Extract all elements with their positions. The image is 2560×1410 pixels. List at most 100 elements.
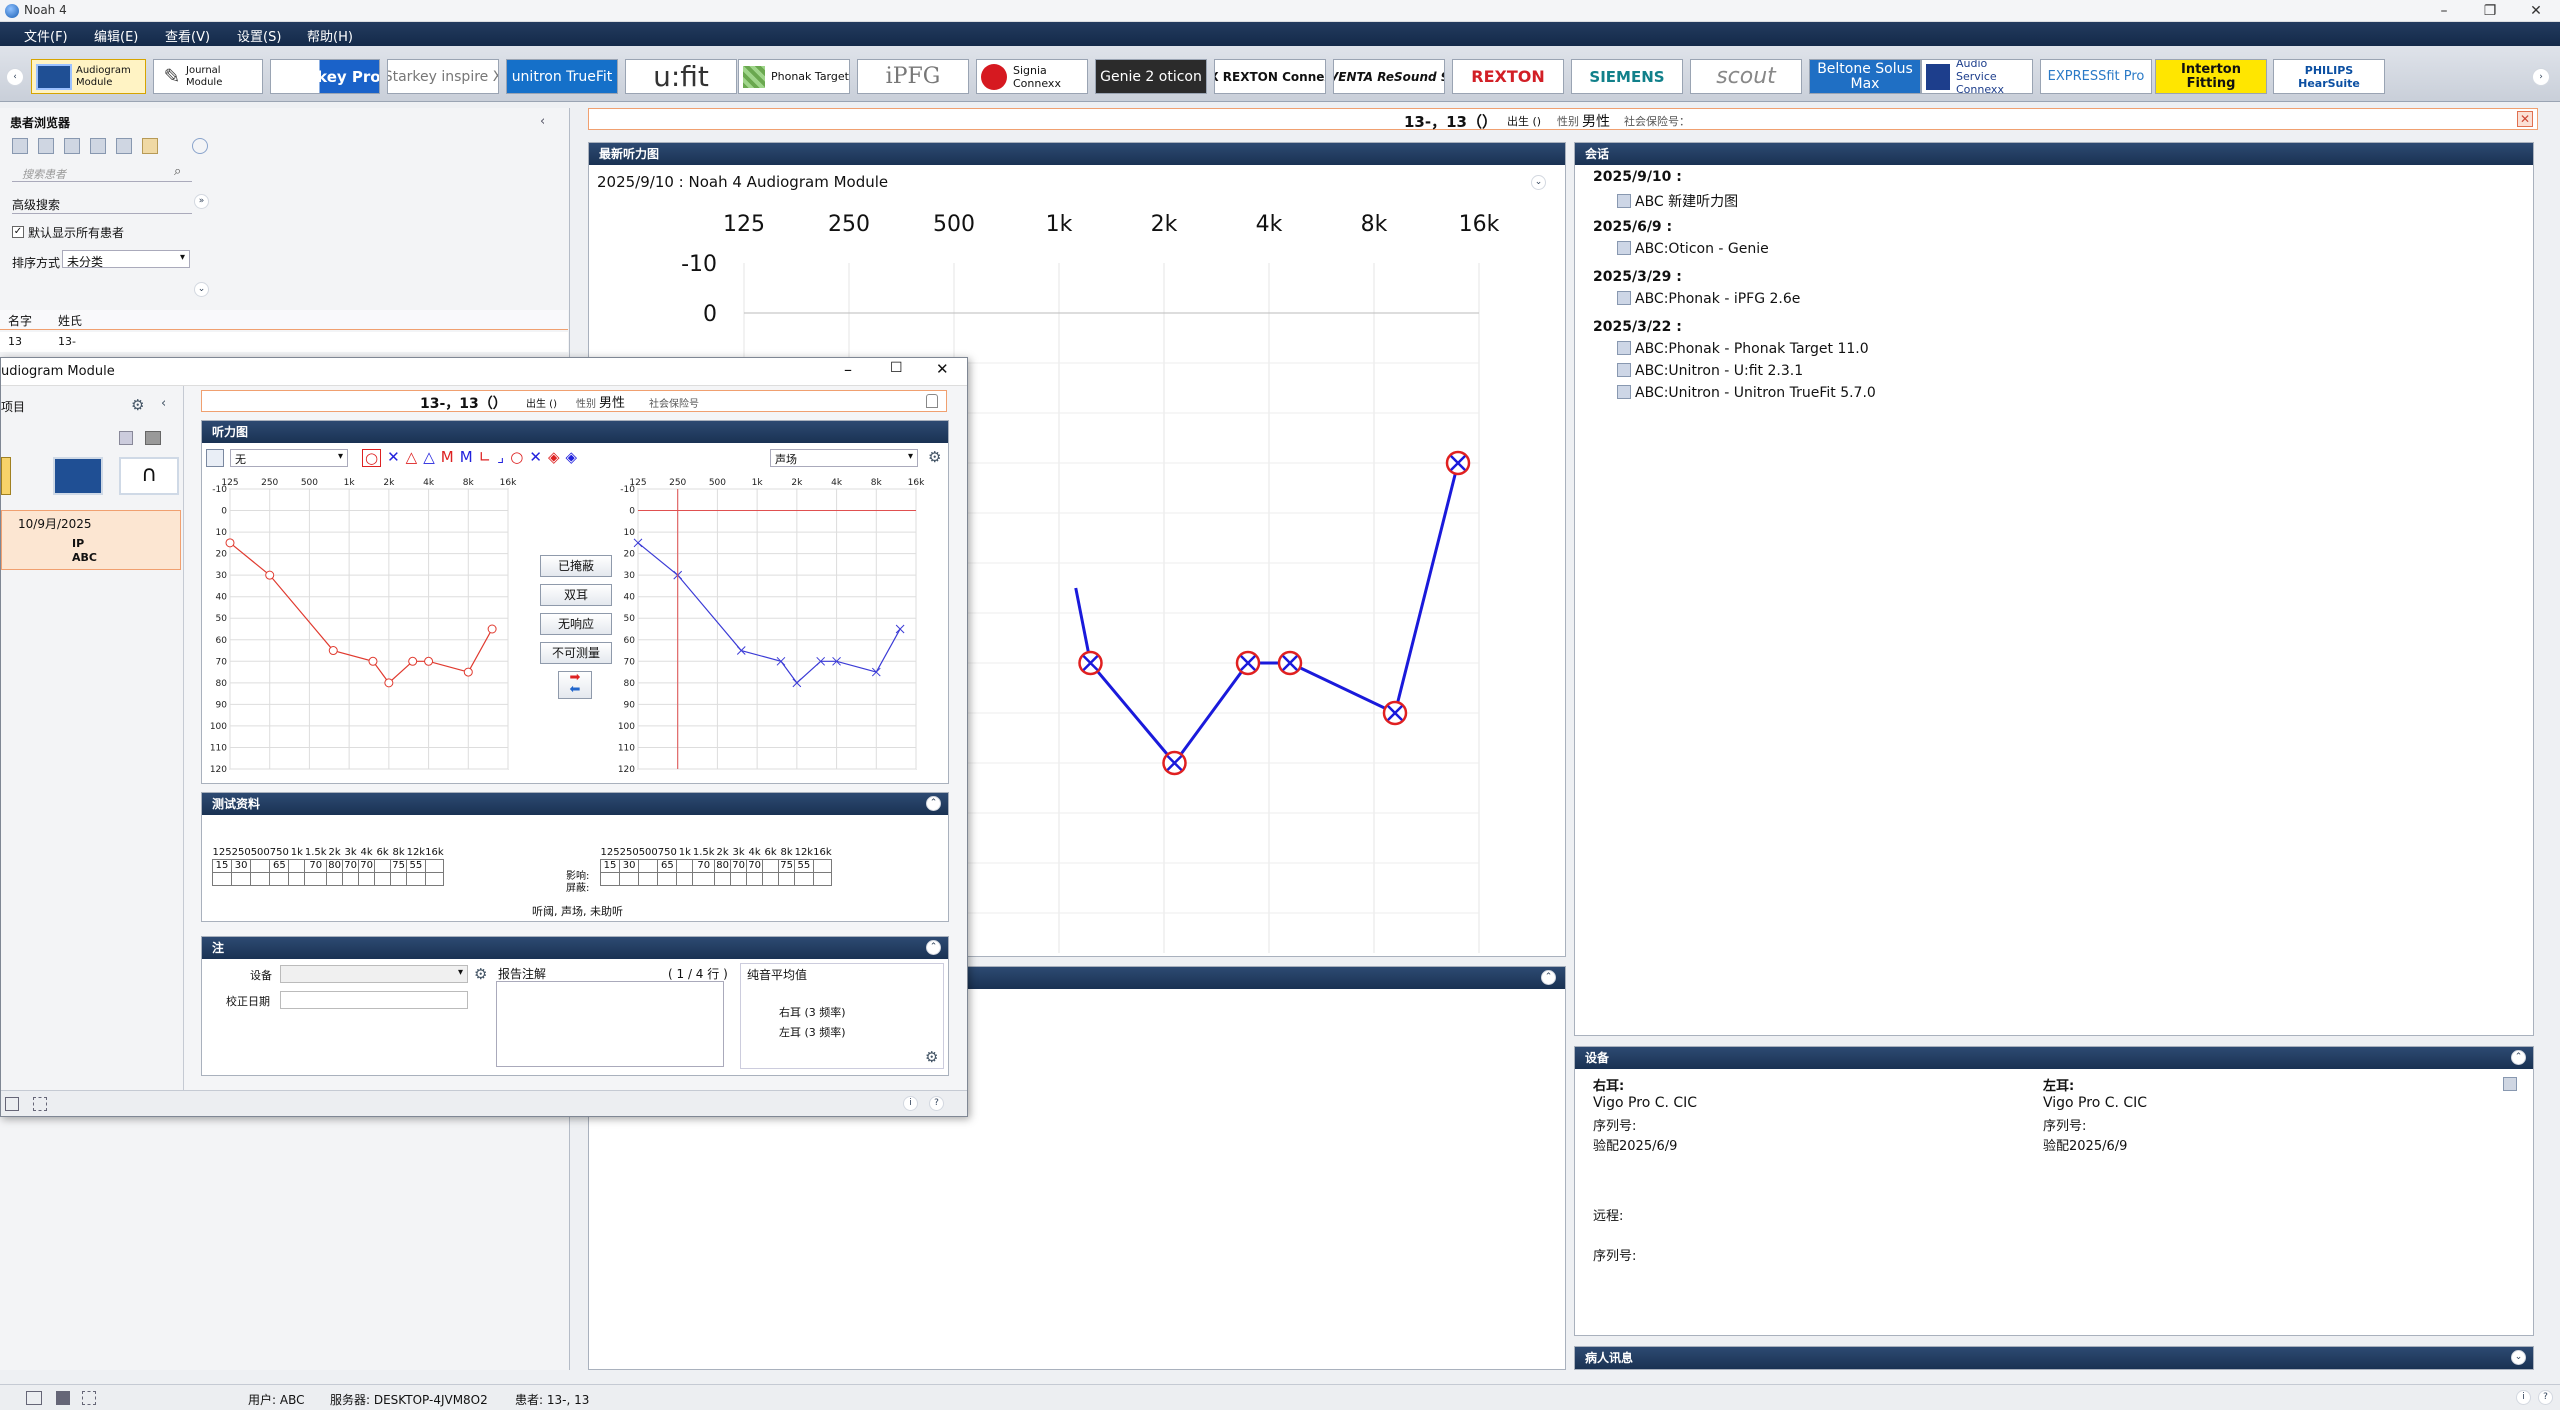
patient-row[interactable]: 13 13- [0,332,568,352]
masking-cell[interactable] [231,871,252,886]
scroll-right-icon[interactable]: › [2532,68,2550,86]
help-icon[interactable]: ? [2538,1390,2553,1405]
patient-details-expand-icon[interactable]: ⌄ [2511,1350,2526,1365]
collapse-panel-icon[interactable]: ‹ [540,114,545,129]
close-window-button[interactable]: ✕ [2513,0,2559,22]
masking-cell[interactable] [812,871,833,886]
masked-button[interactable]: 已掩蔽 [540,555,612,577]
show-all-checkbox[interactable]: ✓ [12,226,24,238]
symbol-circle-red2-icon[interactable]: ○ [510,449,523,467]
search-icon[interactable]: ⌕ [174,164,181,179]
condition-select[interactable]: 无 ▾ [230,449,348,467]
notes-collapse-icon[interactable]: ⌃ [926,940,941,955]
threshold-cell[interactable]: 70 [746,858,764,873]
group-patient-icon[interactable] [116,138,132,154]
masking-cell[interactable] [778,871,796,886]
masking-cell[interactable] [326,871,344,886]
symbol-x-blue2-icon[interactable]: ✕ [529,449,542,467]
symbol-m-red-icon[interactable]: M [441,449,454,467]
layout-table-icon[interactable] [56,1391,70,1405]
threshold-cell[interactable]: 65 [269,858,290,873]
session-item[interactable]: ABC:Unitron - Unitron TrueFit 5.7.0 [1617,385,1876,401]
symbol-triangle-red-icon[interactable]: △ [406,449,418,467]
threshold-cell[interactable] [762,858,780,873]
threshold-cell[interactable]: 70 [730,858,748,873]
masking-cell[interactable] [288,871,306,886]
pta-settings-icon[interactable]: ⚙ [925,1048,938,1066]
threshold-cell[interactable]: 70 [304,858,328,873]
module-minimize-button[interactable]: – [844,360,852,379]
module-beltone-solus[interactable]: Beltone Solus Max [1809,59,1921,94]
threshold-cell[interactable] [374,858,392,873]
test-type-icon-1[interactable] [1,457,11,495]
module-rexton[interactable]: REXTON [1452,59,1564,94]
items-settings-icon[interactable]: ⚙ [131,396,144,414]
module-close-button[interactable]: ✕ [936,360,949,378]
masking-cell[interactable] [342,871,360,886]
module-aventa-resound[interactable]: AVENTA ReSound 95 [1333,59,1445,94]
threshold-cell[interactable]: 15 [599,858,621,873]
module-phonak-target[interactable]: Phonak Target [738,59,850,94]
session-item[interactable]: ABC 新建听力图 [1617,191,1738,211]
advanced-search-link[interactable]: 高级搜索 [12,196,192,214]
module-interton[interactable]: Interton Fitting [2155,59,2267,94]
export-patient-icon[interactable] [142,138,158,154]
expand-filters-icon[interactable]: ⌄ [194,282,209,297]
masking-cell[interactable] [304,871,328,886]
threshold-cell[interactable] [676,858,694,873]
masking-cell[interactable] [762,871,780,886]
audiogram-mode-icon[interactable] [206,449,224,467]
module-maximize-button[interactable]: ☐ [890,360,903,376]
module-info-icon[interactable]: i [903,1096,918,1111]
threshold-cell[interactable]: 75 [778,858,796,873]
symbol-bracket-blue-icon[interactable]: ⌟ [497,449,504,467]
threshold-cell[interactable] [288,858,306,873]
masking-cell[interactable] [676,871,694,886]
save-icon[interactable] [119,431,133,445]
minimize-button[interactable]: – [2421,0,2467,22]
scroll-left-icon[interactable]: ‹ [6,68,24,86]
session-item[interactable]: ABC:Unitron - U:fit 2.3.1 [1617,363,1803,379]
device-settings-icon[interactable]: ⚙ [474,965,487,983]
masking-cell[interactable] [794,871,814,886]
print-icon[interactable] [145,431,161,445]
threshold-cell[interactable]: 70 [342,858,360,873]
masking-cell[interactable] [692,871,716,886]
transducer-select[interactable]: 声场 ▾ [770,449,918,467]
calibration-date-field[interactable] [280,991,468,1009]
threshold-cell[interactable] [250,858,271,873]
col-last-name[interactable]: 姓氏 [58,312,82,329]
threshold-cell[interactable] [812,858,833,873]
advanced-search-expand-icon[interactable]: » [194,194,209,209]
masking-cell[interactable] [211,871,233,886]
masking-cell[interactable] [374,871,392,886]
masking-cell[interactable] [619,871,640,886]
masking-cell[interactable] [657,871,678,886]
module-scout[interactable]: scout [1690,59,1802,94]
module-ipfg[interactable]: iPFG [857,59,969,94]
audiogram-settings-icon[interactable]: ⚙ [928,448,941,466]
copy-patient-icon[interactable] [90,138,106,154]
copy-ear-button[interactable]: ➡ ⬅ [558,671,592,699]
device-select[interactable]: ▾ [280,965,468,983]
threshold-cell[interactable]: 75 [390,858,408,873]
module-siemens[interactable]: SIEMENS [1571,59,1683,94]
threshold-cell[interactable]: 55 [406,858,426,873]
latest-options-icon[interactable]: ⌄ [1531,175,1546,190]
remarks-textarea[interactable] [496,981,724,1067]
search-box[interactable]: 搜索患者 ⌕ [12,164,192,182]
masking-cell[interactable] [599,871,621,886]
module-philips-hearsuite[interactable]: PHILIPS HearSuite [2273,59,2385,94]
threshold-cell[interactable]: 30 [231,858,252,873]
masking-cell[interactable] [714,871,732,886]
view-list-icon[interactable] [5,1097,19,1111]
test-type-icon-3[interactable]: ∩ [119,457,179,495]
masking-cell[interactable] [424,871,445,886]
menu-view[interactable]: 查看(V) [165,26,210,45]
threshold-cell[interactable]: 70 [358,858,376,873]
new-patient-icon[interactable] [12,138,28,154]
symbol-x-blue-icon[interactable]: ✕ [387,449,400,467]
threshold-cell[interactable]: 80 [714,858,732,873]
no-response-button[interactable]: 无响应 [540,613,612,635]
globe-icon[interactable] [192,138,208,154]
